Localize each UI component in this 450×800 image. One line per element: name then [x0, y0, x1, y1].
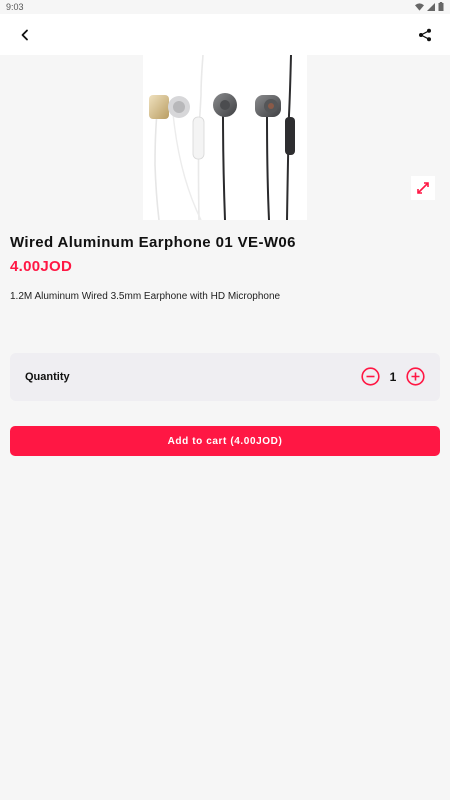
- back-arrow-icon: [21, 29, 28, 41]
- plus-circle-icon: [406, 367, 425, 386]
- increase-quantity-button[interactable]: [406, 367, 425, 386]
- quantity-label: Quantity: [25, 371, 70, 383]
- status-time: 9:03: [6, 2, 24, 12]
- app-bar: [0, 14, 450, 55]
- share-icon: [419, 28, 431, 42]
- status-icons: [415, 2, 444, 11]
- signal-icon: [427, 2, 435, 11]
- product-price: 4.00JOD: [10, 258, 73, 275]
- product-image-area: [0, 54, 450, 221]
- quantity-value: 1: [389, 370, 397, 384]
- share-button[interactable]: [412, 22, 438, 48]
- quantity-card: Quantity 1: [10, 353, 440, 401]
- status-bar: 9:03: [0, 0, 450, 14]
- back-button[interactable]: [12, 22, 38, 48]
- add-to-cart-button[interactable]: Add to cart (4.00JOD): [10, 426, 440, 456]
- expand-image-button[interactable]: [411, 176, 435, 200]
- product-description: 1.2M Aluminum Wired 3.5mm Earphone with …: [10, 291, 281, 302]
- wired-earphones-image: [149, 54, 295, 221]
- minus-circle-icon: [361, 367, 380, 386]
- battery-icon: [438, 2, 444, 11]
- product-image[interactable]: [143, 54, 307, 221]
- product-title: Wired Aluminum Earphone 01 VE-W06: [10, 234, 296, 251]
- expand-icon: [417, 182, 429, 194]
- decrease-quantity-button[interactable]: [361, 367, 380, 386]
- wifi-icon: [415, 2, 424, 11]
